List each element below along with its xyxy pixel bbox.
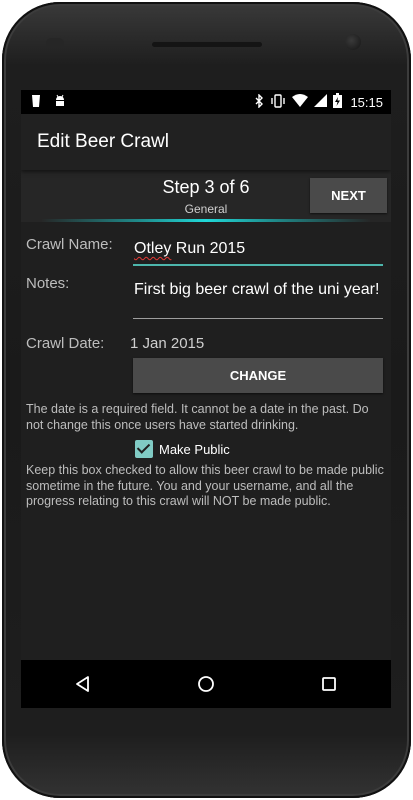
android-debug-icon	[53, 94, 67, 111]
crawl-name-value: Run 2015	[171, 240, 246, 257]
change-date-button[interactable]: CHANGE	[133, 358, 383, 393]
notes-label: Notes:	[26, 275, 70, 292]
crawl-name-misspelled-word: Otley	[134, 240, 172, 257]
crawl-date-label: Crawl Date:	[26, 335, 105, 352]
beer-notification-icon	[31, 94, 41, 111]
crawl-name-input[interactable]: Otley Run 2015	[133, 236, 383, 266]
recents-icon[interactable]	[309, 664, 349, 704]
public-help-text: Keep this box checked to allow this beer…	[26, 463, 384, 508]
clock: 15:15	[350, 94, 383, 110]
date-help-text: The date is a required field. It cannot …	[26, 402, 369, 432]
vibrate-icon	[270, 93, 286, 111]
page-title: Edit Beer Crawl	[37, 131, 169, 152]
front-camera	[345, 34, 361, 50]
proximity-sensor	[46, 38, 64, 48]
crawl-form: Crawl Name: Otley Run 2015 Notes: First …	[21, 222, 391, 688]
crawl-name-label: Crawl Name:	[26, 236, 113, 253]
back-icon[interactable]	[63, 664, 103, 704]
battery-charging-icon	[333, 93, 343, 111]
bluetooth-icon	[254, 92, 264, 111]
make-public-row[interactable]: Make Public	[135, 440, 230, 458]
step-header: Step 3 of 6 General NEXT	[21, 170, 391, 222]
status-bar: 15:15	[21, 90, 391, 114]
crawl-date-value: 1 Jan 2015	[130, 335, 205, 352]
make-public-label: Make Public	[159, 441, 230, 457]
home-icon[interactable]	[186, 664, 226, 704]
make-public-checkbox[interactable]	[135, 440, 153, 458]
earpiece-speaker	[152, 42, 262, 47]
cell-signal-icon	[314, 94, 328, 110]
notes-input[interactable]: First big beer crawl of the uni year!	[133, 277, 383, 319]
wifi-icon	[292, 94, 309, 110]
action-bar: Edit Beer Crawl	[21, 114, 391, 170]
screen: 15:15 Edit Beer Crawl Step 3 of 6 Genera…	[21, 90, 391, 708]
next-button[interactable]: NEXT	[310, 178, 387, 213]
navigation-bar	[21, 660, 391, 708]
